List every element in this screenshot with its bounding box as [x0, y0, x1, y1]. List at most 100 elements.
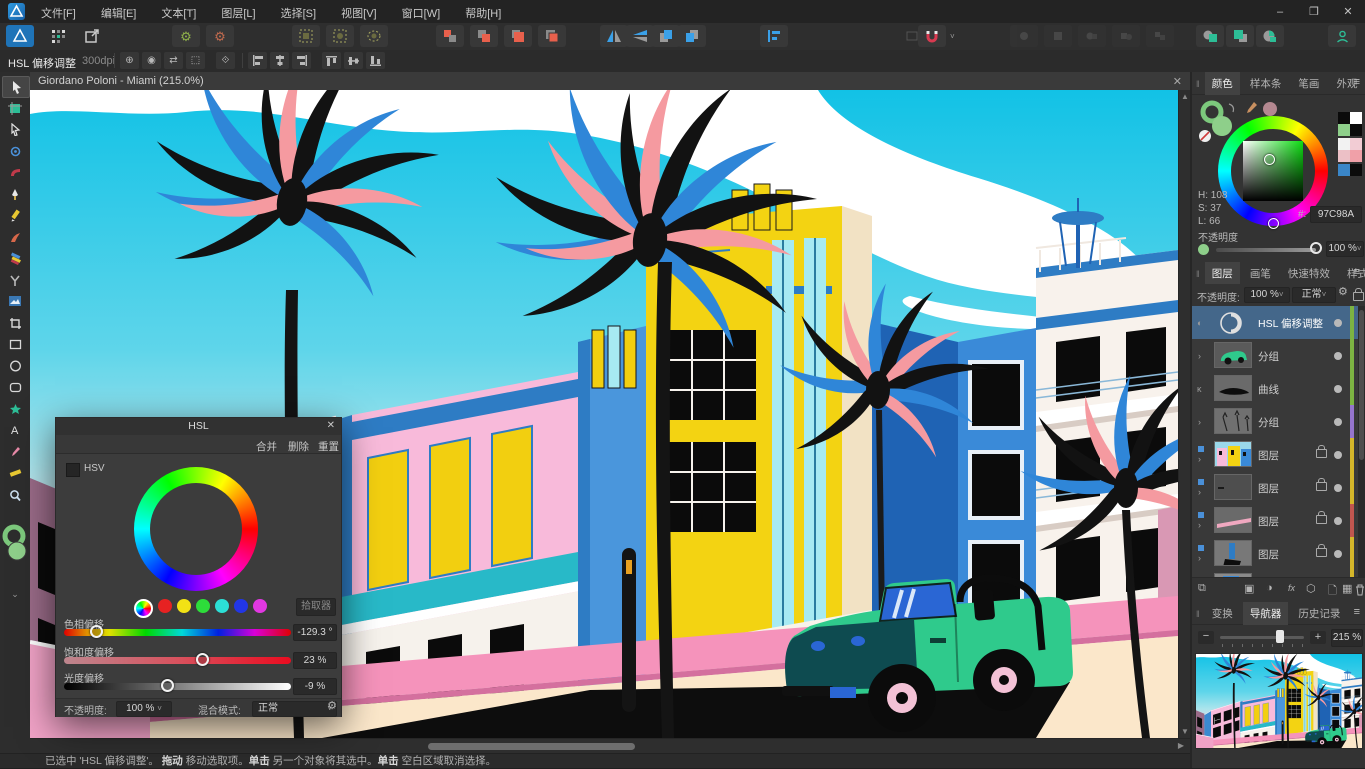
boolean-add-icon[interactable] [436, 25, 464, 47]
document-close-icon[interactable]: ✕ [1173, 75, 1182, 88]
move-tool[interactable] [2, 76, 30, 98]
layer-row-hsl-adjustment[interactable]: ◐ HSL 偏移调整 [1192, 306, 1358, 340]
layer-lock-icon[interactable] [1316, 449, 1327, 458]
account-person-icon[interactable] [1328, 25, 1356, 47]
export-persona-button[interactable] [78, 25, 106, 47]
picker-button[interactable]: 拾取器 [296, 598, 336, 616]
select-layer-icon[interactable] [326, 25, 354, 47]
pixel-persona-button[interactable] [44, 25, 72, 47]
navigator-thumbnail[interactable] [1196, 654, 1362, 748]
boolean-subtract-icon[interactable] [470, 25, 498, 47]
duplicate-layer-icon[interactable]: ⧉ [1198, 582, 1206, 595]
tab-transform[interactable]: 变换 [1205, 602, 1240, 625]
layer-visible-dot[interactable] [1334, 352, 1342, 360]
alignment-handles-icon[interactable]: ⬚ [186, 52, 205, 69]
panel-menu-icon[interactable]: ≡ [1354, 266, 1360, 278]
scroll-up-arrow[interactable]: ▲ [1181, 92, 1189, 101]
place-image-tool[interactable] [2, 291, 28, 311]
panel-menu-icon[interactable]: ≡ [1354, 76, 1360, 88]
opacity-slider-thumb[interactable] [1310, 242, 1322, 254]
arrange-back-icon[interactable] [678, 25, 706, 47]
panel-grip[interactable]: ‖ [1192, 265, 1202, 279]
zoom-slider-thumb[interactable] [1276, 630, 1284, 643]
align-center-icon[interactable] [270, 52, 289, 69]
transform-separately-icon[interactable]: ⇄ [164, 52, 183, 69]
layers-scrollbar[interactable] [1358, 306, 1365, 578]
opacity-slider[interactable] [1216, 248, 1316, 252]
align-left-icon[interactable] [248, 52, 267, 69]
layer-row-dark[interactable]: › 图层 [1192, 471, 1358, 505]
layer-row-group-car[interactable]: › 分组 [1192, 339, 1358, 373]
layers-opacity-dropdown[interactable]: 100 %˅ [1244, 287, 1290, 303]
align-bottom-icon[interactable] [366, 52, 385, 69]
hsl-reset-button[interactable]: 重置 [318, 439, 339, 454]
blend-ranges-icon[interactable]: ⬡ [1306, 582, 1316, 595]
cycle-selection-box-icon[interactable]: ◉ [142, 52, 161, 69]
luminosity-shift-thumb[interactable] [161, 679, 174, 692]
layer-visible-dot[interactable] [1334, 319, 1342, 327]
layer-row-buildings[interactable]: › 图层 [1192, 438, 1358, 472]
layer-lock-icon[interactable] [1316, 515, 1327, 524]
panel-menu-icon[interactable]: ≡ [1354, 606, 1360, 618]
hsl-merge-button[interactable]: 合并 [256, 439, 277, 454]
rectangle-tool[interactable] [2, 334, 28, 354]
boolean-divide-icon[interactable] [538, 25, 566, 47]
layer-visible-dot[interactable] [1334, 550, 1342, 558]
snapping-dropdown-chevron[interactable]: ˅ [950, 32, 955, 41]
dialog-gear-icon[interactable]: ⚙ [327, 701, 337, 712]
hue-shift-thumb[interactable] [90, 625, 103, 638]
hsl-delete-button[interactable]: 删除 [288, 439, 309, 454]
node-tool[interactable] [2, 119, 28, 139]
layer-lock-icon[interactable] [1316, 548, 1327, 557]
hex-value-field[interactable]: 97C98A [1310, 206, 1362, 223]
tab-swatches[interactable]: 样本条 [1243, 72, 1289, 95]
zoom-in-button[interactable]: + [1310, 631, 1326, 644]
dialog-opacity-dropdown[interactable]: 100 % ˅ [116, 701, 172, 717]
quick-shape-tool[interactable] [2, 399, 28, 419]
horizontal-scrollbar[interactable]: ▶ [30, 738, 1190, 754]
luminosity-shift-value[interactable]: -9 % [293, 678, 337, 695]
color-square-selector[interactable] [1264, 154, 1275, 165]
flip-vertical-icon[interactable] [626, 25, 654, 47]
arrange-forward-icon[interactable] [652, 25, 680, 47]
layer-visible-dot[interactable] [1334, 517, 1342, 525]
pen-tool[interactable] [2, 184, 28, 204]
hsl-swatch-blue[interactable] [234, 599, 248, 613]
tab-styles[interactable]: 样式 [1340, 262, 1365, 285]
delete-layer-icon[interactable] [1355, 584, 1365, 596]
align-middle-icon[interactable] [344, 52, 363, 69]
restore-button[interactable]: ❐ [1297, 0, 1331, 18]
transform-mode-icon[interactable]: ⟐ [216, 52, 235, 69]
layer-row-group-palms[interactable]: › 分组 [1192, 405, 1358, 439]
assets-gear-icon[interactable]: ⚙ [206, 25, 234, 47]
tab-quick-fx[interactable]: 快速特效 [1281, 262, 1337, 285]
insert-inside-icon[interactable] [1256, 25, 1284, 47]
hsl-swatch-green[interactable] [196, 599, 210, 613]
preferences-gear-icon[interactable]: ⚙ [172, 25, 200, 47]
hsl-swatch-rainbow[interactable] [134, 599, 153, 618]
layer-visible-dot[interactable] [1334, 418, 1342, 426]
zoom-value-box[interactable]: 215 % [1331, 629, 1363, 647]
select-group-icon[interactable] [360, 25, 388, 47]
text-tool[interactable]: A [2, 420, 28, 440]
insert-behind-icon[interactable] [1196, 25, 1224, 47]
zoom-out-button[interactable]: − [1198, 631, 1214, 644]
color-square[interactable] [1243, 141, 1303, 201]
close-button[interactable]: ✕ [1331, 0, 1365, 18]
rounded-rectangle-tool[interactable] [2, 377, 28, 397]
color-wheel-selector[interactable] [1268, 218, 1279, 229]
scroll-down-arrow[interactable]: ▼ [1181, 727, 1189, 736]
document-tab[interactable]: Giordano Poloni - Miami (215.0%) ✕ [30, 72, 1190, 91]
tab-layers[interactable]: 图层 [1205, 262, 1240, 285]
saturation-shift-value[interactable]: 23 % [293, 652, 337, 669]
layers-lock-icon[interactable] [1353, 292, 1364, 301]
align-top-icon[interactable] [322, 52, 341, 69]
layer-lock-icon[interactable] [1316, 482, 1327, 491]
layers-gear-icon[interactable]: ⚙ [1338, 287, 1348, 298]
layer-visible-dot[interactable] [1334, 451, 1342, 459]
fill-stroke-selector[interactable] [2, 522, 28, 566]
ellipse-tool[interactable] [2, 356, 28, 376]
colour-picker-tool[interactable] [2, 442, 28, 462]
vector-crop-tool[interactable] [2, 313, 28, 333]
align-right-icon[interactable] [292, 52, 311, 69]
